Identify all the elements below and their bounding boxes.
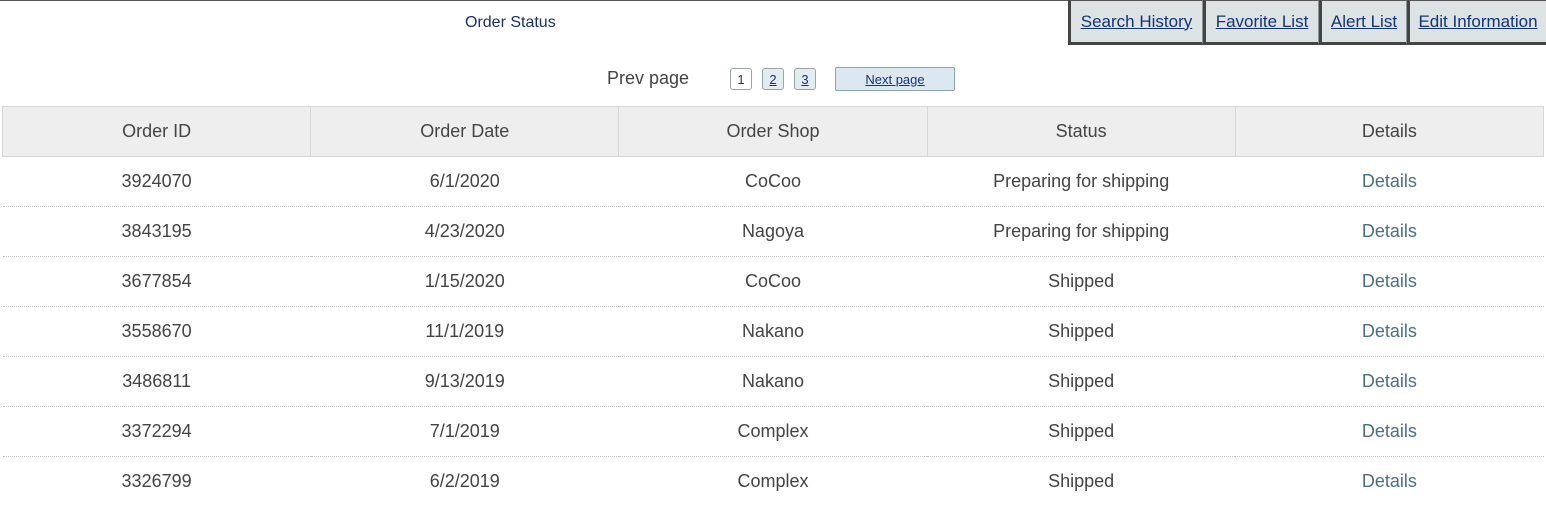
details-cell: Details	[1235, 156, 1544, 207]
details-cell: Details	[1235, 256, 1544, 307]
details-cell: Details	[1235, 306, 1544, 357]
tab-alert-list[interactable]: Alert List	[1319, 0, 1407, 45]
page-3-link[interactable]: 3	[794, 68, 816, 90]
order-date-cell: 6/2/2019	[429, 471, 500, 492]
table-header-row: Order ID Order Date Order Shop Status De…	[1, 106, 1545, 157]
details-link[interactable]: Details	[1362, 421, 1417, 441]
status-cell: Preparing for shipping	[927, 206, 1236, 257]
tab-favorite-list[interactable]: Favorite List	[1203, 0, 1319, 45]
column-header-order-date: Order Date	[310, 106, 620, 157]
table-row: 3558670 11/1/2019 Nakano Shipped Details	[2, 306, 1544, 357]
details-link[interactable]: Details	[1362, 321, 1417, 341]
order-shop-cell: CoCoo	[618, 156, 928, 207]
order-id-cell: 3372294	[2, 406, 311, 457]
order-id-cell: 3558670	[2, 306, 311, 357]
account-nav: Search History Favorite List Alert List …	[1068, 0, 1546, 45]
table-row: 3677854 1/15/2020 CoCoo Shipped Details	[2, 256, 1544, 307]
details-link[interactable]: Details	[1362, 171, 1417, 191]
status-cell: Shipped	[927, 356, 1236, 407]
table-row: 3486811 9/13/2019 Nakano Shipped Details	[2, 356, 1544, 407]
order-date-cell: 11/1/2019	[310, 306, 619, 357]
top-divider	[0, 0, 1070, 1]
column-header-order-id: Order ID	[1, 106, 312, 157]
order-date-cell: 6/1/2020	[310, 156, 619, 207]
table-row: 3843195 4/23/2020 Nagoya Preparing for s…	[2, 206, 1544, 257]
order-id-cell: 3843195	[2, 206, 311, 257]
status-cell: Shipped	[1048, 471, 1115, 492]
tab-edit-information[interactable]: Edit Information	[1407, 0, 1546, 45]
order-id-cell: 3326799	[121, 471, 192, 492]
status-cell: Shipped	[927, 306, 1236, 357]
status-cell: Shipped	[927, 256, 1236, 307]
details-cell: Details	[1235, 206, 1544, 257]
order-shop-cell: Nakano	[618, 306, 928, 357]
details-link[interactable]: Details	[1362, 371, 1417, 391]
details-link[interactable]: Details	[1362, 271, 1417, 291]
table-row: 3924070 6/1/2020 CoCoo Preparing for shi…	[2, 156, 1544, 207]
column-header-details: Details	[1234, 106, 1545, 157]
details-cell: Details	[1235, 406, 1544, 457]
order-id-cell: 3486811	[2, 356, 311, 407]
details-cell: Details	[1235, 356, 1544, 407]
details-link[interactable]: Details	[1362, 221, 1417, 241]
order-date-cell: 9/13/2019	[310, 356, 619, 407]
pagination: Prev page 1 2 3 Next page	[0, 66, 1546, 92]
page-1-current: 1	[730, 68, 752, 90]
order-shop-cell: Nagoya	[618, 206, 928, 257]
order-date-cell: 7/1/2019	[310, 406, 619, 457]
column-header-status: Status	[926, 106, 1236, 157]
order-id-cell: 3924070	[2, 156, 311, 207]
tab-search-history[interactable]: Search History	[1068, 0, 1203, 45]
order-date-cell: 4/23/2020	[310, 206, 619, 257]
page-2-link[interactable]: 2	[762, 68, 784, 90]
page-title: Order Status	[465, 14, 556, 31]
details-cell: Details	[1235, 457, 1543, 507]
order-date-cell: 1/15/2020	[310, 256, 619, 307]
order-id-cell: 3677854	[2, 256, 311, 307]
order-shop-cell: Complex	[737, 471, 809, 492]
status-cell: Preparing for shipping	[927, 156, 1236, 207]
order-shop-cell: CoCoo	[618, 256, 928, 307]
prev-page-label: Prev page	[607, 68, 690, 88]
orders-table: Order ID Order Date Order Shop Status De…	[1, 106, 1545, 507]
column-header-order-shop: Order Shop	[618, 106, 928, 157]
details-link[interactable]: Details	[1362, 471, 1417, 491]
next-page-button[interactable]: Next page	[835, 67, 955, 91]
table-row: 3326799 6/2/2019 Complex Shipped Details	[3, 457, 1544, 507]
order-shop-cell: Nakano	[618, 356, 928, 407]
status-cell: Shipped	[927, 406, 1236, 457]
order-shop-cell: Complex	[618, 406, 928, 457]
table-row: 3372294 7/1/2019 Complex Shipped Details	[2, 406, 1544, 457]
